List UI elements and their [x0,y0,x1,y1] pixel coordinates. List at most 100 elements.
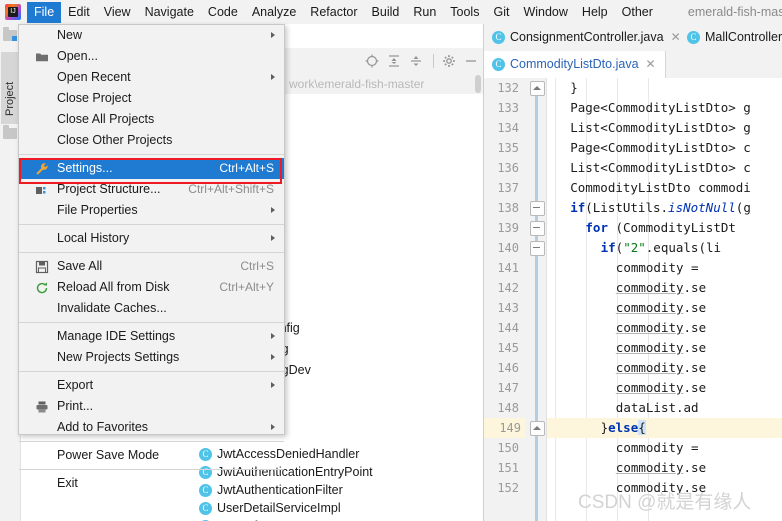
line-number: 145 [497,341,519,355]
ide-window: File Edit View Navigate Code Analyze Ref… [0,0,782,521]
fold-toggle-icon[interactable] [530,421,545,436]
code-line[interactable]: if(ListUtils.isNotNull(g [547,198,751,218]
code-line[interactable]: commodity.se [547,338,706,358]
code-line[interactable]: Page<CommodityListDto> g [547,98,751,118]
code-line[interactable]: if("2".equals(li [547,238,721,258]
menu-run[interactable]: Run [406,2,443,23]
menu-item-power-save-mode[interactable]: Power Save Mode [19,445,284,466]
menu-navigate[interactable]: Navigate [138,2,201,23]
expand-all-icon[interactable] [384,51,404,71]
tab-consignment-controller[interactable]: C ConsignmentController.java ✕ [484,24,693,51]
code-line[interactable]: Page<CommodityListDto> c [547,138,751,158]
code-line[interactable]: commodity.se [547,358,706,378]
fold-toggle-icon[interactable] [530,221,545,236]
menu-item-label: Reload All from Disk [57,280,170,294]
menu-code[interactable]: Code [201,2,245,23]
menu-item-save-all[interactable]: Save All Ctrl+S [19,256,284,277]
toolbar-separator [433,54,434,68]
tab-label: MallController.j [705,30,782,44]
code-line[interactable]: List<CommodityListDto> c [547,158,751,178]
scrollbar-thumb[interactable] [475,75,481,93]
code-line[interactable]: }else{ [547,418,782,438]
breadcrumb: work\emerald-fish-master [289,77,425,91]
code-line[interactable]: CommodityListDto commodi [547,178,751,198]
menu-item-print[interactable]: Print... [19,396,284,417]
code-line[interactable]: List<CommodityListDto> g [547,118,751,138]
line-number: 149 [484,418,525,438]
code-content[interactable]: } Page<CommodityListDto> g List<CommodityL… [547,78,782,521]
menu-item-project-structure[interactable]: Project Structure... Ctrl+Alt+Shift+S [19,179,284,200]
code-line[interactable]: commodity.se [547,478,706,498]
menu-item-label: Open Recent [57,70,131,84]
tool-window-button-project[interactable]: Project [1,52,19,124]
editor-tab-row-1: C ConsignmentController.java ✕ C MallCon… [484,24,782,51]
gear-icon[interactable] [439,51,459,71]
close-icon[interactable]: ✕ [646,51,656,78]
menu-git[interactable]: Git [486,2,516,23]
code-line[interactable]: } [547,78,578,98]
menu-item-settings[interactable]: Settings... Ctrl+Alt+S [19,158,284,179]
code-line[interactable]: commodity.se [547,318,706,338]
menu-item-label: Add to Favorites [57,420,149,434]
menu-item-open-recent[interactable]: Open Recent [19,67,284,88]
code-line[interactable]: commodity = [547,258,706,278]
menu-item-exit[interactable]: Exit [19,473,284,494]
line-number: 152 [497,481,519,495]
menu-item-close-project[interactable]: Close Project [19,88,284,109]
menu-analyze[interactable]: Analyze [245,2,303,23]
line-number: 141 [497,261,519,275]
line-number: 134 [497,121,519,135]
menu-tools[interactable]: Tools [443,2,486,23]
collapse-all-icon[interactable] [406,51,426,71]
menu-window[interactable]: Window [516,2,574,23]
code-folding-column[interactable] [529,78,545,521]
menu-item-label: Exit [57,476,78,490]
code-line[interactable]: dataList.ad [547,398,699,418]
menu-item-local-history[interactable]: Local History [19,228,284,249]
code-line[interactable]: commodity.se [547,278,706,298]
fold-toggle-icon[interactable] [530,241,545,256]
menu-refactor[interactable]: Refactor [303,2,364,23]
menu-separator [19,469,284,470]
menu-item-file-properties[interactable]: File Properties [19,200,284,221]
chevron-right-icon [271,235,275,241]
line-number: 135 [497,141,519,155]
fold-toggle-icon[interactable] [530,81,545,96]
menu-item-close-other-projects[interactable]: Close Other Projects [19,130,284,151]
line-number: 151 [497,461,519,475]
menu-item-manage-ide-settings[interactable]: Manage IDE Settings [19,326,284,347]
menu-item-label: Project Structure... [57,182,161,196]
code-line[interactable]: for (CommodityListDt [547,218,736,238]
code-line[interactable]: commodity.se [547,458,706,478]
list-item[interactable]: C UserDetailServiceImpl [199,500,341,517]
menu-edit[interactable]: Edit [61,2,97,23]
locate-icon[interactable] [362,51,382,71]
menu-item-label: Settings... [57,161,113,175]
menu-item-label: New Projects Settings [57,350,180,364]
menu-item-add-to-favorites[interactable]: Add to Favorites [19,417,284,438]
minimize-icon[interactable] [461,51,481,71]
line-number: 140 [497,241,519,255]
class-icon: C [492,31,505,44]
menu-item-reload-all-from-disk[interactable]: Reload All from Disk Ctrl+Alt+Y [19,277,284,298]
code-line[interactable]: commodity.se [547,298,706,318]
tab-commodity-list-dto[interactable]: C CommodityListDto.java ✕ [484,51,666,78]
menu-other[interactable]: Other [615,2,660,23]
menu-item-export[interactable]: Export [19,375,284,396]
menu-item-new[interactable]: New [19,25,284,46]
code-line[interactable]: commodity = [547,438,706,458]
line-number: 136 [497,161,519,175]
menu-build[interactable]: Build [365,2,407,23]
menu-item-invalidate-caches[interactable]: Invalidate Caches... [19,298,284,319]
menu-view[interactable]: View [97,2,138,23]
fold-toggle-icon[interactable] [530,201,545,216]
menu-help[interactable]: Help [575,2,615,23]
menu-item-close-all-projects[interactable]: Close All Projects [19,109,284,130]
menu-file[interactable]: File [27,1,62,23]
menu-item-label: Print... [57,399,94,413]
tab-mall-controller[interactable]: C MallController.j [679,24,782,51]
menu-separator [19,224,284,225]
code-line[interactable]: commodity.se [547,378,706,398]
menu-item-open[interactable]: Open... [19,46,284,67]
menu-item-new-projects-settings[interactable]: New Projects Settings [19,347,284,368]
